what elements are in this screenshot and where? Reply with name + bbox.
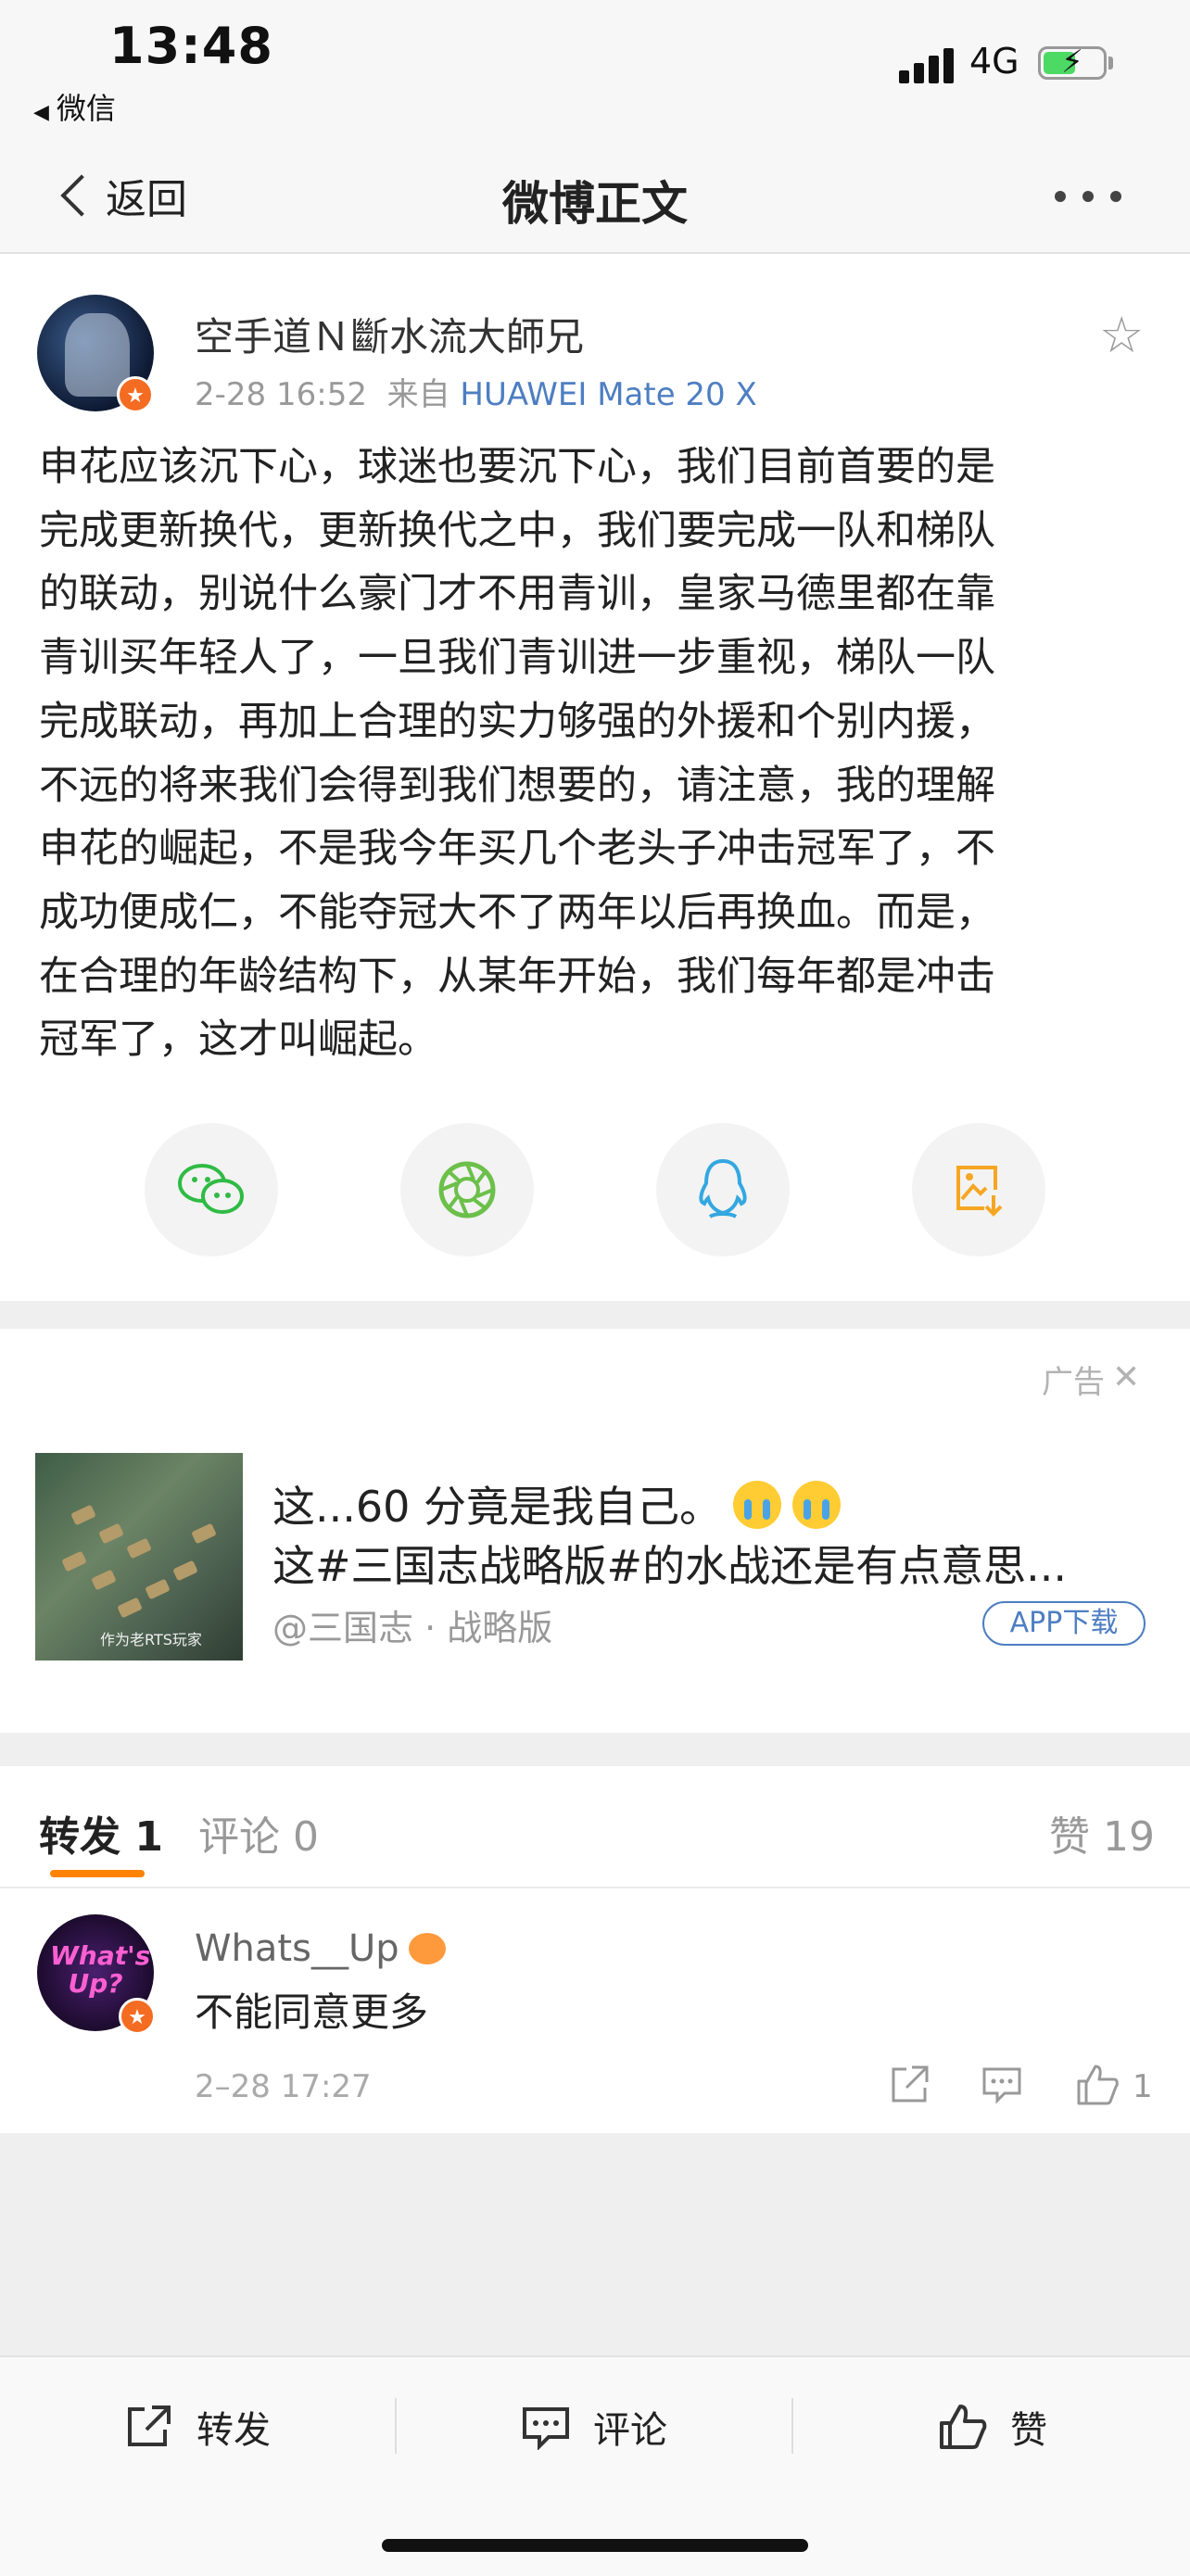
bottom-action-bar: 转发 评论 赞 [0,2355,1190,2576]
comment-button[interactable]: 评论 [521,2396,667,2457]
post-source[interactable]: HUAWEI Mate 20 X [460,376,756,413]
like-button[interactable]: 赞 [938,2396,1047,2457]
favorite-star-icon[interactable]: ☆ [1099,306,1144,364]
ad-thumb-watermark: 作为老RTS玩家 [100,1631,202,1648]
share-wechat-button[interactable] [145,1123,278,1256]
repost-icon[interactable] [888,2063,930,2107]
more-button[interactable] [1055,191,1121,202]
post-line: 青训买年轻人了，一旦我们青训进一步重视，梯队一队 [39,635,995,682]
more-dot-icon [1055,191,1066,202]
forward-button[interactable]: 转发 [124,2396,271,2457]
moments-icon [438,1161,496,1219]
app-download-button[interactable]: APP下载 [982,1601,1146,1646]
pufferfish-emoji-icon [408,1933,446,1964]
share-qq-button[interactable] [656,1123,790,1256]
ad-thumbnail[interactable]: 作为老RTS玩家 [35,1453,243,1661]
thumbs-up-icon[interactable] [1075,2063,1120,2107]
comment-time: 2–28 17:27 [195,2068,372,2105]
section-divider [0,1301,1190,1329]
back-app-label: 微信 [56,91,116,126]
source-prefix: 来自 [386,376,450,413]
post-line: 不远的将来我们会得到我们想要的，请注意，我的理解 [39,762,995,809]
nav-bar: 微博正文 返回 [0,139,1190,254]
more-dot-icon [1082,191,1094,202]
avatar-neon-text: What's Up? [50,1940,151,1999]
more-dot-icon [1110,191,1121,202]
repost-icon [128,2406,171,2446]
tab-comments[interactable]: 评论 0 [198,1803,319,1863]
tab-likes[interactable]: 赞 19 [1049,1803,1155,1863]
author-name[interactable]: 空手道Ｎ斷水流大師兄 [195,306,584,362]
ad-headline: 这...60 分竟是我自己。 [272,1473,842,1534]
save-image-icon [956,1166,1003,1217]
clock: 13:48 [109,17,273,75]
status-bar: 13:48 ◀ 微信 4G ⚡ [0,0,1190,139]
post-line: 完成更新换代，更新换代之中，我们要完成一队和梯队 [39,507,995,554]
comment-icon[interactable] [981,2063,1023,2107]
network-type: 4G [969,41,1019,82]
forward-label: 转发 [196,2409,271,2452]
ad-close-icon[interactable]: ✕ [1112,1358,1140,1396]
verified-badge-icon: ★ [117,376,154,413]
share-moments-button[interactable] [400,1123,534,1256]
ad-label: 广告 [1042,1364,1105,1401]
share-row [0,1123,1190,1258]
crying-emoji-icon [733,1481,782,1529]
ad-subline: 这#三国志战略版#的水战还是有点意思... [272,1541,1067,1591]
comment-like-count: 1 [1133,2068,1153,2105]
post-line: 在合理的年龄结构下，从某年开始，我们每年都是冲击 [39,953,995,1000]
post-line: 的联动，别说什么豪门才不用青训，皇家马德里都在靠 [39,571,995,618]
post-line: 成功便成仁，不能夺冠大不了两年以后再换血。而是， [39,889,995,936]
post-line: 申花的崛起，不是我今年买几个老头子冲击冠军了，不 [39,826,995,873]
chevron-left-icon [60,174,103,217]
back-to-app[interactable]: ◀ 微信 [33,85,116,128]
comment-label: 评论 [593,2409,667,2452]
wechat-icon [178,1164,244,1214]
section-divider [0,1733,1190,1766]
like-label: 赞 [1010,2409,1047,2452]
post-line: 冠军了，这才叫崛起。 [39,1017,437,1064]
post-meta: 2-28 16:52 来自 HUAWEI Mate 20 X [195,369,757,414]
post-body: 申花应该沉下心，球迷也要沉下心，我们目前首要的是 完成更新换代，更新换代之中，我… [39,436,1160,1072]
active-tab-indicator [50,1870,145,1877]
verified-badge-icon: ★ [119,1998,156,2035]
ad-account[interactable]: @三国志 · 战略版 [272,1599,552,1650]
thumbs-up-icon [940,2405,987,2449]
commenter-name: Whats__Up [195,1927,446,1970]
post-time: 2-28 16:52 [195,376,367,413]
back-label: 返回 [106,176,187,223]
home-indicator[interactable] [382,2539,808,2552]
post-line: 申花应该沉下心，球迷也要沉下心，我们目前首要的是 [39,444,995,490]
comment-text: 不能同意更多 [195,1989,429,2035]
post-line: 完成联动，再加上合理的实力够强的外援和个别内援， [39,698,995,745]
back-triangle-icon: ◀ [33,101,49,124]
qq-icon [699,1158,747,1219]
battery-icon: ⚡ [1038,44,1107,81]
back-button[interactable]: 返回 [57,165,187,226]
crying-emoji-icon [792,1481,842,1529]
save-image-button[interactable] [912,1123,1045,1256]
tab-forwards[interactable]: 转发 1 [39,1803,163,1863]
comment-icon [523,2407,569,2450]
signal-icon [899,44,956,83]
